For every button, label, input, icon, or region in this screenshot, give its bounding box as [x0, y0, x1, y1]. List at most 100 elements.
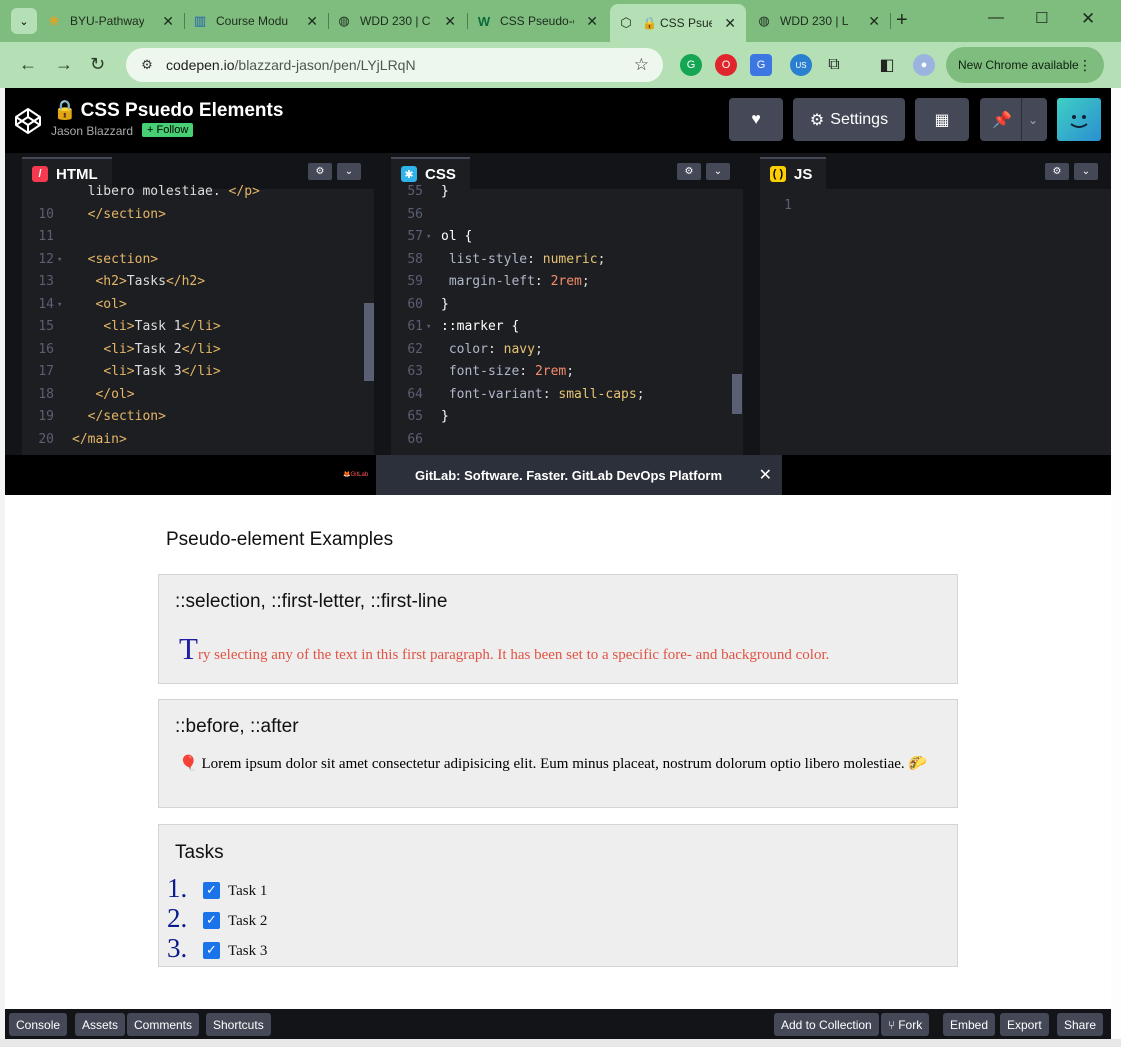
bookmark-star-icon[interactable]: ☆ — [634, 55, 649, 75]
ad-banner[interactable]: GitLab: Software. Faster. GitLab DevOps … — [376, 455, 782, 495]
task-checkbox[interactable]: ✓ — [203, 942, 220, 959]
site-info-icon[interactable]: ⚙ — [138, 56, 156, 74]
browser-tab[interactable]: ▥ Course Modu ✕ — [192, 6, 328, 36]
code-line[interactable]: 65} — [391, 406, 743, 429]
code-line[interactable]: libero molestiae. </p> — [22, 181, 374, 204]
editor-collapse-button[interactable]: ⌄ — [706, 163, 730, 180]
opera-icon[interactable]: O — [715, 54, 737, 76]
editor-collapse-button[interactable]: ⌄ — [1074, 163, 1098, 180]
editor-settings-button[interactable]: ⚙ — [677, 163, 701, 180]
browser-tab-active[interactable]: ⬡ 🔒 CSS Psued ✕ — [610, 4, 746, 42]
assets-button[interactable]: Assets — [75, 1013, 126, 1036]
code-line[interactable]: 58 list-style: numeric; — [391, 249, 743, 272]
code-line[interactable]: 11 — [22, 226, 374, 249]
css-editor[interactable]: ✱ CSS ⚙ ⌄ 55} 56 57 ▾ ol {58 list-style: nume… — [391, 153, 743, 455]
embed-button[interactable]: Embed — [943, 1013, 996, 1036]
close-icon[interactable]: ✕ — [306, 13, 318, 30]
browser-tab[interactable]: W CSS Pseudo-e ✕ — [476, 6, 608, 36]
code-line[interactable]: 55} — [391, 181, 743, 204]
user-avatar[interactable] — [1057, 98, 1101, 141]
heart-button[interactable]: ♥ — [729, 98, 783, 141]
settings-button[interactable]: ⚙ Settings — [793, 98, 905, 141]
code-line[interactable]: 10 </section> — [22, 204, 374, 227]
gitlab-ad-logo[interactable]: 🦊GitLab — [343, 471, 368, 478]
code-line[interactable]: 14 ▾ <ol> — [22, 294, 374, 317]
browser-tab[interactable]: ❀ BYU-Pathway ✕ — [46, 6, 184, 36]
js-code[interactable]: 1 — [760, 195, 1111, 455]
css-code[interactable]: 55} 56 57 ▾ ol {58 list-style: numeric; 59 ma… — [391, 181, 743, 455]
update-chrome-button[interactable]: New Chrome available ⋮ — [946, 47, 1104, 83]
editor-settings-button[interactable]: ⚙ — [308, 163, 332, 180]
share-button[interactable]: Share — [1057, 1013, 1104, 1036]
add-to-collection-button[interactable]: Add to Collection — [774, 1013, 879, 1036]
shortcuts-button[interactable]: Shortcuts — [206, 1013, 271, 1036]
layout-button[interactable]: ▦ — [915, 98, 969, 141]
export-button[interactable]: Export — [1000, 1013, 1049, 1036]
code-line[interactable]: 1 — [760, 195, 1111, 218]
console-button[interactable]: Console — [9, 1013, 68, 1036]
close-icon[interactable]: ✕ — [759, 465, 772, 485]
task-checkbox[interactable]: ✓ — [203, 912, 220, 929]
follow-button[interactable]: + Follow — [142, 123, 194, 137]
pen-title[interactable]: 🔒 CSS Psuedo Elements — [53, 98, 283, 122]
forward-button[interactable]: → — [55, 54, 73, 75]
close-icon[interactable]: ✕ — [586, 13, 598, 30]
fork-button[interactable]: ⑂ Fork — [881, 1013, 930, 1036]
editor-scrollbar[interactable] — [364, 303, 374, 381]
code-line[interactable]: 16 <li>Task 2</li> — [22, 339, 374, 362]
code-line[interactable]: 57 ▾ ol { — [391, 226, 743, 249]
browser-tab[interactable]: ◍ WDD 230 | L ✕ — [756, 6, 890, 36]
code-line[interactable]: 63 font-size: 2rem; — [391, 361, 743, 384]
close-icon[interactable]: ✕ — [868, 13, 880, 30]
address-bar[interactable]: ⚙ codepen.io/blazzard-jason/pen/LYjLRqN … — [126, 48, 663, 82]
pin-button[interactable]: 📌 ⌄ — [980, 98, 1047, 141]
code-line[interactable]: 15 <li>Task 1</li> — [22, 316, 374, 339]
fold-arrow-icon[interactable]: ▾ — [54, 294, 64, 317]
fold-arrow-icon[interactable]: ▾ — [54, 249, 64, 272]
code-line[interactable]: 19 </section> — [22, 406, 374, 429]
codepen-logo-icon[interactable] — [13, 106, 43, 136]
vpn-extension-icon[interactable]: US — [790, 54, 812, 76]
code-line[interactable]: 56 — [391, 204, 743, 227]
close-icon[interactable]: ✕ — [444, 13, 456, 30]
code-line[interactable]: 66 — [391, 429, 743, 452]
code-line[interactable]: 61 ▾::marker { — [391, 316, 743, 339]
fold-arrow-icon[interactable]: ▾ — [423, 316, 433, 339]
comments-button[interactable]: Comments — [127, 1013, 200, 1036]
editor-scrollbar[interactable] — [732, 374, 742, 414]
maximize-button[interactable]: ☐ — [1035, 9, 1048, 27]
fold-arrow-icon[interactable]: ▾ — [423, 226, 433, 249]
editor-settings-button[interactable]: ⚙ — [1045, 163, 1069, 180]
code-line[interactable]: 13 <h2>Tasks</h2> — [22, 271, 374, 294]
chevron-down-icon[interactable]: ⌄ — [1028, 113, 1038, 127]
pen-author[interactable]: Jason Blazzard — [51, 124, 133, 138]
side-panel-icon[interactable]: ◧ — [876, 54, 898, 76]
editor-collapse-button[interactable]: ⌄ — [337, 163, 361, 180]
reload-button[interactable]: ↻ — [90, 54, 105, 75]
close-icon[interactable]: ✕ — [162, 13, 174, 30]
browser-tab[interactable]: ◍ WDD 230 | C ✕ — [336, 6, 466, 36]
new-tab-button[interactable]: + — [896, 9, 908, 32]
more-vert-icon[interactable]: ⋮ — [1078, 57, 1092, 74]
close-icon[interactable]: ✕ — [724, 15, 736, 32]
html-code[interactable]: libero molestiae. </p> 10 </section> 11 12 ▾… — [22, 181, 374, 455]
code-line[interactable]: 18 </ol> — [22, 384, 374, 407]
code-line[interactable]: 20 </main> — [22, 429, 374, 452]
code-line[interactable]: 64 font-variant: small-caps; — [391, 384, 743, 407]
code-line[interactable]: 12 ▾ <section> — [22, 249, 374, 272]
grammarly-icon[interactable]: G — [680, 54, 702, 76]
task-checkbox[interactable]: ✓ — [203, 882, 220, 899]
code-line[interactable]: 59 margin-left: 2rem; — [391, 271, 743, 294]
minimize-button[interactable]: — — [988, 9, 1004, 27]
code-line[interactable]: 17 <li>Task 3</li> — [22, 361, 374, 384]
tab-search-button[interactable]: ⌄ — [11, 8, 37, 34]
back-button[interactable]: ← — [19, 54, 37, 75]
code-line[interactable]: 60} — [391, 294, 743, 317]
translate-icon[interactable]: G — [750, 54, 772, 76]
js-editor-tab[interactable]: ( ) JS — [760, 157, 827, 189]
html-editor[interactable]: / HTML ⚙ ⌄ libero molestiae. </p> 10 </sec… — [22, 153, 374, 455]
extensions-puzzle-icon[interactable]: ⧉ — [823, 54, 845, 76]
code-line[interactable]: 62 color: navy; — [391, 339, 743, 362]
profile-avatar[interactable]: ● — [913, 54, 935, 76]
window-close-button[interactable]: ✕ — [1081, 9, 1095, 29]
